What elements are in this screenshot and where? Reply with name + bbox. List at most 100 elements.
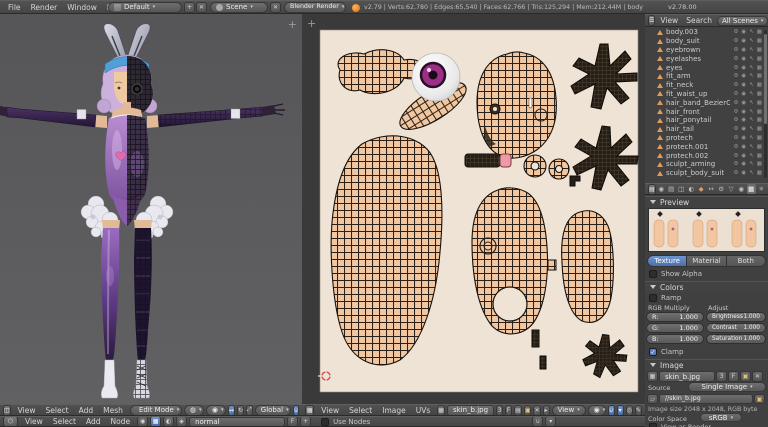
- object-name[interactable]: fit_arm: [666, 72, 730, 80]
- object-name[interactable]: eyelashes: [666, 55, 730, 63]
- outliner-row[interactable]: protech ⚙ ◉ ↖ ▦: [645, 134, 764, 143]
- menu-item[interactable]: File: [3, 2, 26, 13]
- object-name[interactable]: fit_neck: [666, 81, 730, 89]
- render-camera-icon[interactable]: ▦: [757, 117, 762, 123]
- shading-select[interactable]: ◍▾: [184, 405, 204, 416]
- orientation-select[interactable]: Global▾: [255, 405, 291, 416]
- visibility-eye-icon[interactable]: ◉: [741, 29, 746, 35]
- render-camera-icon[interactable]: ▦: [757, 47, 762, 53]
- selectability-cursor-icon[interactable]: ↖: [749, 47, 754, 53]
- selectability-cursor-icon[interactable]: ↖: [749, 144, 754, 150]
- node-editor-icon[interactable]: ⬡: [3, 416, 18, 427]
- object-name[interactable]: body_suit: [666, 37, 730, 45]
- shader-type-world-icon[interactable]: ◐: [163, 416, 174, 427]
- outliner-row[interactable]: fit_waist_up ⚙ ◉ ↖ ▦: [645, 90, 764, 99]
- visibility-eye-icon[interactable]: ◉: [741, 117, 746, 123]
- visibility-eye-icon[interactable]: ◉: [741, 100, 746, 106]
- add-layout-button[interactable]: +: [184, 2, 195, 13]
- render-camera-icon[interactable]: ▦: [757, 161, 762, 167]
- visibility-eye-icon[interactable]: ◉: [741, 82, 746, 88]
- render-camera-icon[interactable]: ▦: [757, 38, 762, 44]
- open-image-icon[interactable]: ▣: [524, 405, 532, 416]
- tab-world-icon[interactable]: ◐: [687, 184, 696, 194]
- outliner-row[interactable]: hair_band_BezierCurve ⚙ ◉ ↖ ▦: [645, 98, 764, 107]
- selectability-cursor-icon[interactable]: ↖: [749, 117, 754, 123]
- object-name[interactable]: hair_ponytail: [666, 116, 730, 124]
- manipulator-scale-icon[interactable]: ⤢: [246, 405, 253, 416]
- selectability-cursor-icon[interactable]: ↖: [749, 65, 754, 71]
- browse-folder-icon[interactable]: ▣: [754, 394, 765, 404]
- pivot-select[interactable]: ◉▾: [206, 405, 226, 416]
- selectability-cursor-icon[interactable]: ↖: [749, 29, 754, 35]
- show-alpha-checkbox[interactable]: [649, 270, 657, 278]
- screen-layout-select[interactable]: Default▾: [108, 2, 182, 13]
- object-name[interactable]: protech.002: [666, 152, 730, 160]
- outliner-filter-select[interactable]: All Scenes▾: [717, 16, 768, 26]
- preview-panel-header[interactable]: Preview: [645, 196, 768, 207]
- outliner-row[interactable]: protech.001 ⚙ ◉ ↖ ▦: [645, 142, 764, 151]
- region-expand-plus[interactable]: +: [307, 17, 316, 30]
- object-name[interactable]: sculpt_body_suit: [666, 169, 730, 177]
- proportional-edit-icon[interactable]: ◎: [626, 405, 633, 416]
- outliner-row[interactable]: body_suit ⚙ ◉ ↖ ▦: [645, 37, 764, 46]
- visibility-eye-icon[interactable]: ◉: [741, 47, 746, 53]
- outliner-row[interactable]: protech.002 ⚙ ◉ ↖ ▦: [645, 151, 764, 160]
- render-camera-icon[interactable]: ▦: [757, 144, 762, 150]
- object-name[interactable]: fit_waist_up: [666, 90, 730, 98]
- new-texture-button[interactable]: +: [300, 416, 311, 427]
- outliner-scrollbar[interactable]: [764, 30, 767, 178]
- selectability-cursor-icon[interactable]: ↖: [749, 126, 754, 132]
- source-select[interactable]: Single Image▾: [688, 382, 766, 392]
- image-name-field[interactable]: skin_b.jpg: [659, 371, 715, 382]
- unlink-image-icon[interactable]: ✕: [752, 371, 763, 382]
- node-texture-name-field[interactable]: normal: [189, 417, 285, 427]
- selectability-cursor-icon[interactable]: ↖: [749, 153, 754, 159]
- open-image-icon[interactable]: ▣: [740, 371, 751, 382]
- menu-item[interactable]: Select: [48, 416, 81, 427]
- visibility-eye-icon[interactable]: ◉: [741, 56, 746, 62]
- outliner-row[interactable]: body.003 ⚙ ◉ ↖ ▦: [645, 28, 764, 37]
- menu-item[interactable]: Select: [40, 405, 73, 416]
- adjust-slider[interactable]: Brightness1.000: [706, 312, 766, 322]
- rgb-slider[interactable]: B:1.000: [646, 334, 704, 344]
- use-nodes-checkbox[interactable]: [321, 418, 329, 426]
- remove-layout-button[interactable]: ✕: [196, 2, 207, 13]
- tab-material-icon[interactable]: ◉: [737, 184, 746, 194]
- visibility-eye-icon[interactable]: ◉: [741, 161, 746, 167]
- menu-item[interactable]: Select: [344, 405, 377, 416]
- selectability-cursor-icon[interactable]: ↖: [749, 38, 754, 44]
- tab-object-icon[interactable]: ◆: [697, 184, 706, 194]
- render-camera-icon[interactable]: ▦: [757, 170, 762, 176]
- outliner-row[interactable]: hair_front ⚙ ◉ ↖ ▦: [645, 107, 764, 116]
- render-engine-select[interactable]: Blender Render▾: [284, 2, 346, 13]
- object-name[interactable]: hair_front: [666, 108, 730, 116]
- selectability-cursor-icon[interactable]: ↖: [749, 170, 754, 176]
- tab-particles-icon[interactable]: ✳: [757, 184, 766, 194]
- uv-image-editor[interactable]: +: [302, 14, 645, 404]
- selectability-cursor-icon[interactable]: ↖: [749, 161, 754, 167]
- adjust-slider[interactable]: Contrast1.000: [706, 323, 766, 333]
- menu-item[interactable]: View: [13, 405, 41, 416]
- render-camera-icon[interactable]: ▦: [757, 73, 762, 79]
- viewport-3d[interactable]: +: [0, 14, 302, 404]
- render-camera-icon[interactable]: ▦: [757, 91, 762, 97]
- region-expand-plus[interactable]: +: [288, 18, 297, 31]
- uv-snap-element-icon[interactable]: ▾: [617, 405, 624, 416]
- unlink-image-icon[interactable]: ✕: [533, 405, 540, 416]
- render-camera-icon[interactable]: ▦: [757, 153, 762, 159]
- clamp-checkbox[interactable]: ✓: [649, 348, 657, 356]
- shader-type-material-icon[interactable]: ◉: [137, 416, 148, 427]
- uv-image-name-field[interactable]: skin_b.jpg: [447, 405, 494, 416]
- visibility-eye-icon[interactable]: ◉: [741, 144, 746, 150]
- texture-browse-icon[interactable]: ◈: [176, 416, 187, 427]
- visibility-eye-icon[interactable]: ◉: [741, 65, 746, 71]
- object-name[interactable]: sculpt_arming: [666, 160, 730, 168]
- outliner-view-menu[interactable]: View: [657, 15, 681, 26]
- outliner-row[interactable]: sculpt_arming ⚙ ◉ ↖ ▦: [645, 160, 764, 169]
- selectability-cursor-icon[interactable]: ↖: [749, 56, 754, 62]
- tab-texture-icon[interactable]: ▦: [747, 184, 756, 194]
- visibility-eye-icon[interactable]: ◉: [741, 91, 746, 97]
- visibility-eye-icon[interactable]: ◉: [741, 38, 746, 44]
- outliner-row[interactable]: fit_neck ⚙ ◉ ↖ ▦: [645, 81, 764, 90]
- menu-item[interactable]: Add: [81, 416, 106, 427]
